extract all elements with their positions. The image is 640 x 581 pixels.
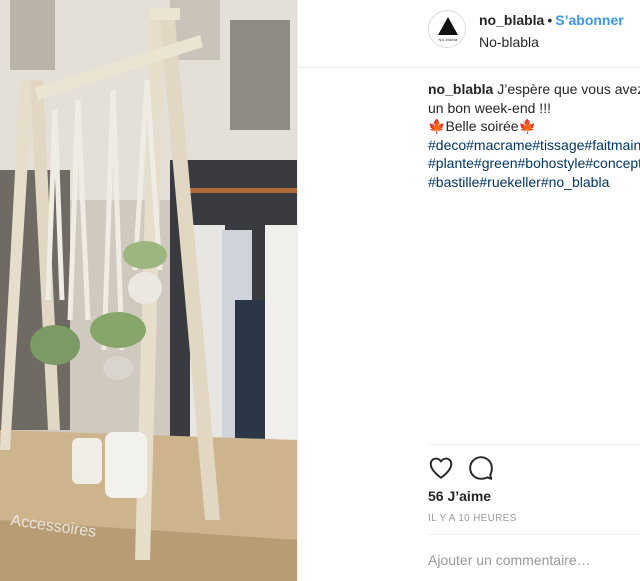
avatar-logo-text: No-blabla (438, 37, 458, 42)
post-caption: no_blabla J’espère que vous avez un bon … (428, 80, 640, 191)
heart-icon[interactable] (428, 455, 454, 481)
comment-divider (428, 534, 640, 535)
caption-line-1: no_blabla J’espère que vous avez (428, 80, 640, 99)
hashtags-line-3[interactable]: #bastille#ruekeller#no_blabla (428, 173, 640, 192)
comment-input[interactable] (428, 548, 640, 572)
actions-divider (428, 444, 640, 445)
caption-username-link[interactable]: no_blabla (428, 81, 493, 97)
header-username-link[interactable]: no_blabla (479, 12, 544, 28)
follow-button[interactable]: S’abonner (555, 12, 623, 28)
avatar[interactable]: No-blabla (428, 10, 466, 48)
likes-count[interactable]: 56 J’aime (428, 488, 491, 504)
hashtags-line-1[interactable]: #deco#macrame#tissage#faitmain (428, 136, 640, 155)
logo-triangle-icon (438, 17, 458, 35)
header-separator: • (547, 12, 553, 28)
caption-text-2: un bon week-end !!! (428, 99, 551, 116)
header-user-line: no_blabla • S’abonner (479, 12, 624, 28)
hashtags-line-2[interactable]: #plante#green#bohostyle#concept (428, 154, 640, 173)
post-timestamp[interactable]: IL Y A 10 HEURES (428, 513, 517, 524)
shop-window-image: Accessoires (0, 0, 297, 581)
location-link[interactable]: No-blabla (479, 34, 539, 50)
maple-leaf-icon: 🍁 (428, 118, 446, 134)
post-side-panel: No-blabla no_blabla • S’abonner No-blabla … (297, 0, 640, 581)
post-header: No-blabla no_blabla • S’abonner No-blabla (298, 0, 640, 68)
comment-icon[interactable] (468, 455, 494, 481)
caption-line-3: 🍁Belle soirée🍁 (428, 117, 640, 136)
caption-text-3: Belle soirée (445, 118, 519, 134)
maple-leaf-icon: 🍁 (518, 118, 537, 134)
post-photo[interactable]: Accessoires (0, 0, 297, 581)
caption-text-1: J’espère que vous avez (497, 81, 640, 97)
